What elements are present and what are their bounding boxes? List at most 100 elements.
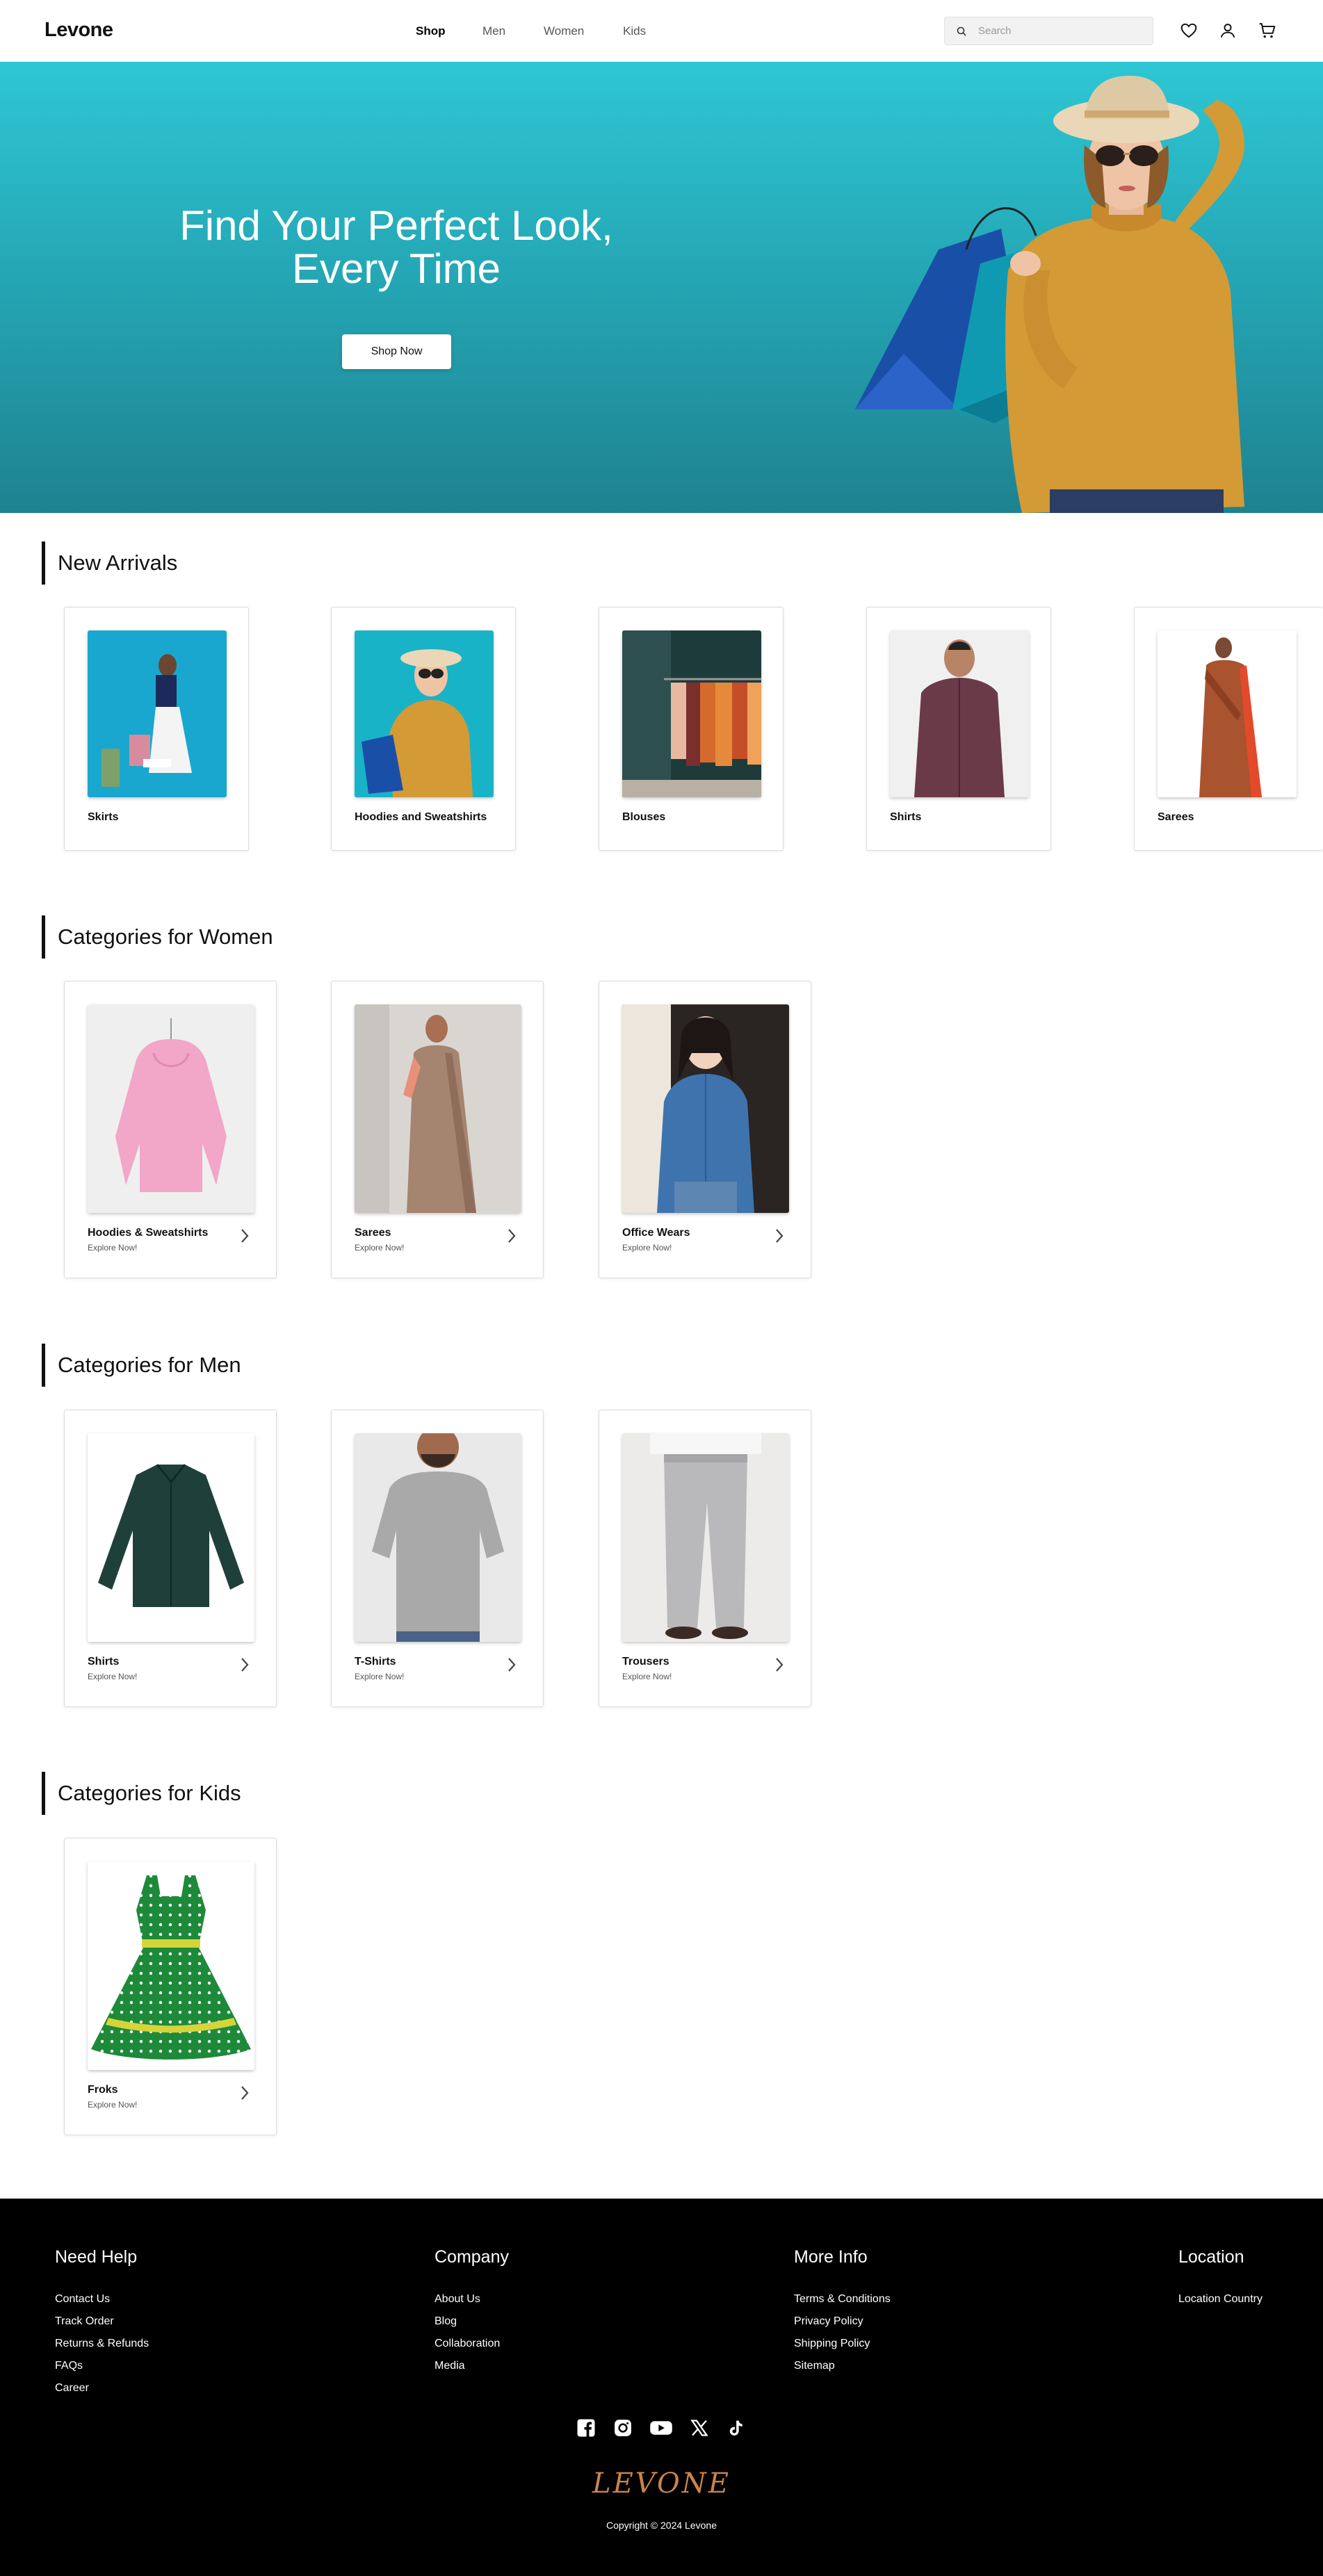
men-card-shirts[interactable]: Shirts Explore Now! — [64, 1410, 277, 1707]
footer-link-track-order[interactable]: Track Order — [55, 2310, 149, 2333]
search-input[interactable] — [978, 17, 1145, 44]
explore-link[interactable]: Explore Now! — [355, 1243, 404, 1253]
hero-title: Find Your Perfect Look, Every Time — [153, 204, 640, 291]
chevron-right-icon[interactable] — [236, 1228, 253, 1244]
arrival-card-skirts[interactable]: Skirts — [64, 607, 249, 851]
explore-link[interactable]: Explore Now! — [355, 1672, 404, 1681]
category-name: Froks — [88, 2084, 118, 2096]
category-name: Trousers — [622, 1656, 669, 1668]
kids-categories-title: Categories for Kids — [42, 1772, 241, 1815]
category-image — [355, 1004, 521, 1213]
tiktok-icon[interactable] — [726, 2418, 749, 2441]
footer-location: Location Location Country — [1178, 2247, 1263, 2310]
footer-link-sitemap[interactable]: Sitemap — [794, 2355, 891, 2377]
footer-brand-logo: LEVONE — [592, 2468, 731, 2500]
social-links — [576, 2418, 749, 2441]
footer-link-location-country[interactable]: Location Country — [1178, 2288, 1263, 2310]
category-name: Office Wears — [622, 1227, 690, 1239]
footer-link-career[interactable]: Career — [55, 2377, 149, 2399]
footer-link-about[interactable]: About Us — [435, 2288, 509, 2310]
chevron-right-icon[interactable] — [236, 2085, 253, 2101]
heart-icon[interactable] — [1180, 22, 1198, 40]
category-name: Hoodies & Sweatshirts — [88, 1227, 209, 1239]
footer-link-privacy[interactable]: Privacy Policy — [794, 2310, 891, 2333]
user-icon[interactable] — [1219, 22, 1237, 40]
site-header: Levone Shop Men Women Kids — [0, 0, 1323, 62]
x-icon[interactable] — [690, 2418, 713, 2441]
explore-link[interactable]: Explore Now! — [88, 2100, 137, 2110]
men-categories-title: Categories for Men — [42, 1344, 241, 1387]
search-box — [944, 17, 1153, 45]
arrival-card-hoodies[interactable]: Hoodies and Sweatshirts — [331, 607, 516, 851]
nav-shop[interactable]: Shop — [416, 24, 446, 38]
footer-link-terms[interactable]: Terms & Conditions — [794, 2288, 891, 2310]
footer-link-contact[interactable]: Contact Us — [55, 2288, 149, 2310]
category-name: Sarees — [355, 1227, 391, 1239]
hero-model-image — [855, 76, 1244, 513]
arrival-card-blouses[interactable]: Blouses — [599, 607, 784, 851]
footer-link-faqs[interactable]: FAQs — [55, 2355, 149, 2377]
women-categories-title: Categories for Women — [42, 915, 273, 959]
chevron-right-icon[interactable] — [503, 1656, 520, 1673]
footer-link-blog[interactable]: Blog — [435, 2310, 509, 2333]
hero-banner: Find Your Perfect Look, Every Time Shop … — [0, 62, 1323, 513]
category-image — [355, 1433, 521, 1642]
arrival-card-shirts[interactable]: Shirts — [866, 607, 1051, 851]
footer-need-help: Need Help Contact Us Track Order Returns… — [55, 2247, 149, 2399]
category-image — [88, 1004, 254, 1213]
new-arrivals-title: New Arrivals — [42, 541, 177, 585]
footer-heading: Need Help — [55, 2247, 138, 2267]
arrival-card-sarees[interactable]: Sarees — [1134, 607, 1323, 851]
product-image — [88, 630, 227, 797]
arrival-name: Shirts — [890, 811, 922, 823]
footer-link-shipping[interactable]: Shipping Policy — [794, 2333, 891, 2355]
nav-kids[interactable]: Kids — [623, 24, 646, 38]
product-image — [1158, 630, 1297, 797]
footer-heading: Company — [435, 2247, 509, 2267]
product-image — [622, 630, 761, 797]
arrival-name: Blouses — [622, 811, 666, 823]
men-card-tshirts[interactable]: T-Shirts Explore Now! — [331, 1410, 544, 1707]
chevron-right-icon[interactable] — [771, 1656, 788, 1673]
women-card-office-wears[interactable]: Office Wears Explore Now! — [599, 981, 811, 1278]
men-card-trousers[interactable]: Trousers Explore Now! — [599, 1410, 811, 1707]
product-image — [355, 630, 494, 797]
shop-now-button[interactable]: Shop Now — [342, 334, 451, 369]
youtube-icon[interactable] — [649, 2418, 673, 2441]
arrival-name: Sarees — [1158, 811, 1194, 823]
nav-women[interactable]: Women — [544, 24, 584, 38]
brand-logo[interactable]: Levone — [44, 19, 113, 42]
category-image — [88, 1433, 254, 1642]
explore-link[interactable]: Explore Now! — [622, 1672, 672, 1681]
category-name: T-Shirts — [355, 1656, 396, 1668]
footer-link-media[interactable]: Media — [435, 2355, 509, 2377]
category-image — [622, 1004, 789, 1213]
instagram-icon[interactable] — [612, 2418, 636, 2441]
category-name: Shirts — [88, 1656, 120, 1668]
facebook-icon[interactable] — [576, 2418, 599, 2441]
cart-icon[interactable] — [1258, 22, 1276, 40]
footer-company: Company About Us Blog Collaboration Medi… — [435, 2247, 509, 2377]
arrival-name: Skirts — [88, 811, 119, 823]
explore-link[interactable]: Explore Now! — [622, 1243, 672, 1253]
chevron-right-icon[interactable] — [236, 1656, 253, 1673]
copyright-text: Copyright © 2024 Levone — [606, 2520, 717, 2531]
footer-more-info: More Info Terms & Conditions Privacy Pol… — [794, 2247, 891, 2377]
chevron-right-icon[interactable] — [503, 1228, 520, 1244]
footer-heading: More Info — [794, 2247, 868, 2267]
footer-link-collaboration[interactable]: Collaboration — [435, 2333, 509, 2355]
hero-title-line2: Every Time — [291, 245, 501, 292]
category-image — [88, 1861, 254, 2070]
kids-card-froks[interactable]: Froks Explore Now! — [64, 1838, 277, 2135]
explore-link[interactable]: Explore Now! — [88, 1672, 137, 1681]
women-card-hoodies[interactable]: Hoodies & Sweatshirts Explore Now! — [64, 981, 277, 1278]
explore-link[interactable]: Explore Now! — [88, 1243, 137, 1253]
search-icon — [957, 26, 966, 36]
site-footer: Need Help Contact Us Track Order Returns… — [0, 2199, 1323, 2576]
arrival-name: Hoodies and Sweatshirts — [355, 811, 487, 823]
nav-men[interactable]: Men — [482, 24, 505, 38]
women-card-sarees[interactable]: Sarees Explore Now! — [331, 981, 544, 1278]
footer-link-returns[interactable]: Returns & Refunds — [55, 2333, 149, 2355]
chevron-right-icon[interactable] — [771, 1228, 788, 1244]
product-image — [890, 630, 1029, 797]
